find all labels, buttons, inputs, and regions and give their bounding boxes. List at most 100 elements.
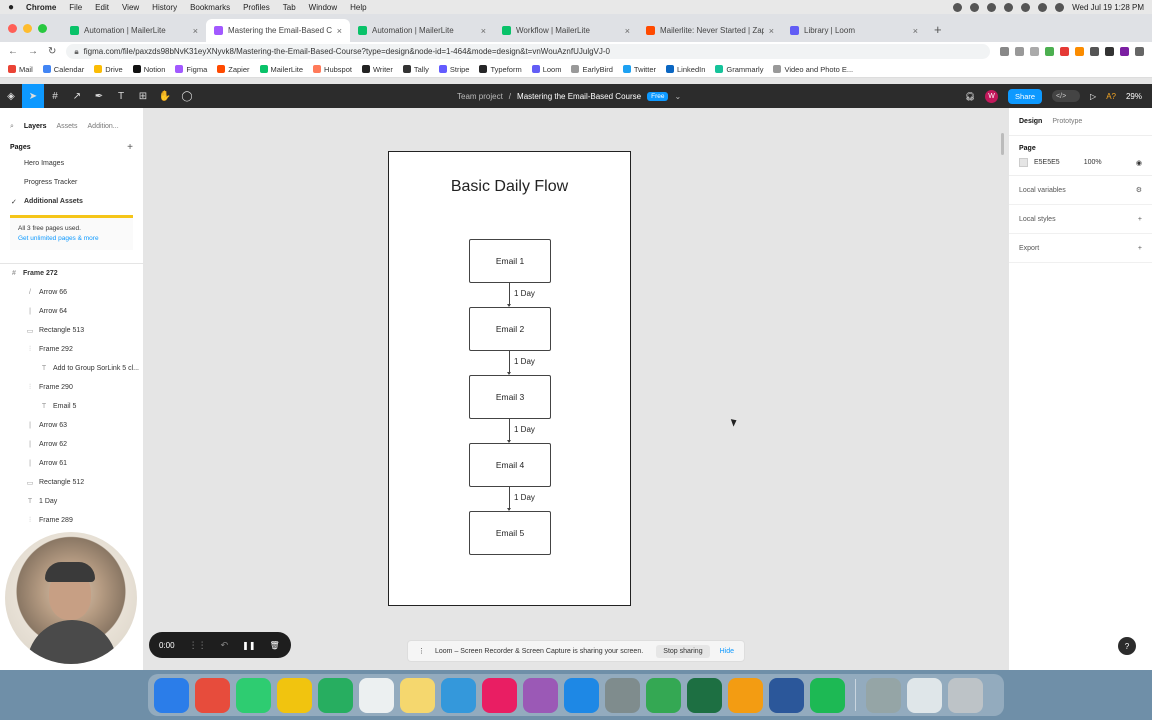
tab-5[interactable]: Library | Loom × — [782, 19, 926, 42]
upgrade-link[interactable]: Get unlimited pages & more — [18, 234, 125, 244]
dock-app-icon[interactable] — [866, 677, 901, 713]
layer-row[interactable]: ⫶ Frame 292 — [0, 340, 143, 359]
dock-app-icon[interactable] — [154, 677, 189, 713]
eye-icon[interactable]: ◉ — [1136, 159, 1142, 167]
arrow-connector[interactable] — [507, 419, 511, 443]
layer-row[interactable]: / Arrow 66 — [0, 283, 143, 302]
email-node[interactable]: Email 5 — [469, 511, 551, 555]
bookmark-zapier[interactable]: Zapier — [217, 65, 250, 74]
bookmark-earlybird[interactable]: EarlyBird — [571, 65, 613, 74]
battery-icon[interactable] — [1004, 2, 1014, 12]
metamask-icon[interactable] — [1075, 47, 1084, 56]
layer-row[interactable]: # Frame 272 — [0, 264, 143, 283]
close-tab-icon[interactable]: × — [769, 26, 774, 36]
tab-3[interactable]: Workflow | MailerLite × — [494, 19, 638, 42]
menu-bookmarks[interactable]: Bookmarks — [190, 3, 230, 12]
bookmark-loom[interactable]: Loom — [531, 65, 561, 74]
bookmark-grammarly[interactable]: Grammarly — [715, 65, 763, 74]
dock-app-icon[interactable] — [400, 677, 435, 713]
resources-tool-icon[interactable]: ⊞ — [132, 84, 154, 108]
close-tab-icon[interactable]: × — [481, 26, 486, 36]
bookmark-video-photo[interactable]: Video and Photo E... — [773, 65, 853, 74]
bookmark-figma[interactable]: Figma — [175, 65, 207, 74]
tab-0[interactable]: Automation | MailerLite × — [62, 19, 206, 42]
menu-help[interactable]: Help — [350, 3, 366, 12]
layer-row[interactable]: ▭ Rectangle 512 — [0, 473, 143, 492]
kebab-menu-icon[interactable] — [1135, 47, 1144, 56]
bookmark-mail[interactable]: Mail — [8, 65, 33, 74]
arrow-connector[interactable] — [507, 487, 511, 511]
local-variables-row[interactable]: Local variables ⚙ — [1009, 176, 1152, 205]
project-name[interactable]: Team project — [457, 92, 503, 101]
email-node[interactable]: Email 3 — [469, 375, 551, 419]
back-arrow-icon[interactable]: ← — [8, 46, 18, 57]
extension-icon[interactable] — [1045, 47, 1054, 56]
collab-hint[interactable]: A? — [1106, 92, 1116, 101]
drag-handle-icon[interactable]: ⋮ — [418, 647, 425, 655]
tab-prototype[interactable]: Prototype — [1052, 118, 1082, 125]
flow-title[interactable]: Basic Daily Flow — [389, 178, 630, 196]
dock-app-icon[interactable] — [687, 677, 722, 713]
panel-search-icon[interactable]: ⌕ — [10, 123, 14, 131]
tab-2[interactable]: Automation | MailerLite × — [350, 19, 494, 42]
arrow-connector[interactable] — [507, 283, 511, 307]
move-tool-icon[interactable]: ➤ — [22, 84, 44, 108]
wifi-icon[interactable] — [1021, 2, 1031, 12]
dock-app-icon[interactable] — [236, 677, 271, 713]
menubar-clock[interactable]: Wed Jul 19 1:28 PM — [1072, 3, 1144, 12]
search-icon[interactable] — [1038, 2, 1048, 12]
present-play-icon[interactable]: ▷ — [1090, 92, 1096, 101]
dock-app-icon[interactable] — [318, 677, 353, 713]
dev-mode-toggle[interactable]: </> — [1052, 90, 1081, 102]
bookmark-typeform[interactable]: Typeform — [479, 65, 522, 74]
tab-layers[interactable]: Layers — [24, 123, 47, 130]
design-canvas[interactable]: Basic Daily Flow Email 1 1 Day Email 2 1 Da… — [144, 108, 1008, 670]
layer-row[interactable]: T 1 Day — [0, 492, 143, 511]
delay-label[interactable]: 1 Day — [514, 493, 535, 502]
apple-icon[interactable]: ● — [8, 2, 14, 13]
dock-app-icon[interactable] — [907, 677, 942, 713]
add-style-icon[interactable]: + — [1138, 216, 1142, 223]
figma-main-menu-icon[interactable]: ◈ — [0, 84, 22, 108]
plan-badge[interactable]: Free — [647, 91, 669, 101]
dock-app-icon[interactable] — [728, 677, 763, 713]
layer-row[interactable]: | Arrow 64 — [0, 302, 143, 321]
bookmark-stripe[interactable]: Stripe — [438, 65, 469, 74]
pause-icon[interactable]: ❚❚ — [242, 641, 255, 650]
url-field[interactable]: 🔒︎ figma.com/file/paxzds98bNvK31eyXNyvk8… — [66, 44, 990, 59]
tab-design[interactable]: Design — [1019, 118, 1042, 125]
menu-profiles[interactable]: Profiles — [243, 3, 270, 12]
add-page-icon[interactable]: + — [127, 142, 133, 153]
dock-app-icon[interactable] — [948, 677, 983, 713]
dock-app-icon[interactable] — [646, 677, 681, 713]
menu-edit[interactable]: Edit — [95, 3, 109, 12]
bookmark-calendar[interactable]: Calendar — [42, 65, 84, 74]
grammarly-icon[interactable] — [970, 2, 980, 12]
menu-app-chrome[interactable]: Chrome — [26, 3, 56, 12]
layer-row[interactable]: ⫶ Frame 290 — [0, 378, 143, 397]
hand-tool-icon[interactable]: ✋ — [154, 84, 176, 108]
hide-banner-button[interactable]: Hide — [720, 648, 734, 655]
file-name[interactable]: Mastering the Email-Based Course — [517, 92, 641, 101]
camera-icon[interactable] — [1000, 47, 1009, 56]
background-hex[interactable]: E5E5E5 — [1034, 159, 1060, 166]
drag-handle-icon[interactable]: ⋮⋮ — [189, 640, 207, 651]
menu-view[interactable]: View — [122, 3, 139, 12]
menu-window[interactable]: Window — [309, 3, 337, 12]
spotify-icon[interactable] — [987, 2, 997, 12]
shape-tool-icon[interactable]: ↗ — [66, 84, 88, 108]
trash-icon[interactable]: 🗑︎ — [270, 641, 280, 650]
dock-app-icon[interactable] — [564, 677, 599, 713]
page-item-progress-tracker[interactable]: Progress Tracker — [0, 173, 143, 192]
reload-icon[interactable]: ↻ — [48, 46, 56, 57]
close-tab-icon[interactable]: × — [193, 26, 198, 36]
dock-app-icon[interactable] — [195, 677, 230, 713]
menu-history[interactable]: History — [152, 3, 177, 12]
bookmark-hubspot[interactable]: Hubspot — [313, 65, 352, 74]
bookmark-linkedin[interactable]: LinkedIn — [666, 65, 705, 74]
share-icon[interactable] — [1015, 47, 1024, 56]
local-styles-row[interactable]: Local styles + — [1009, 205, 1152, 234]
layer-row[interactable]: T Add to Group SorLink 5 cl... — [0, 359, 143, 378]
webcam-bubble[interactable] — [5, 532, 137, 664]
frame-tool-icon[interactable]: # — [44, 84, 66, 108]
